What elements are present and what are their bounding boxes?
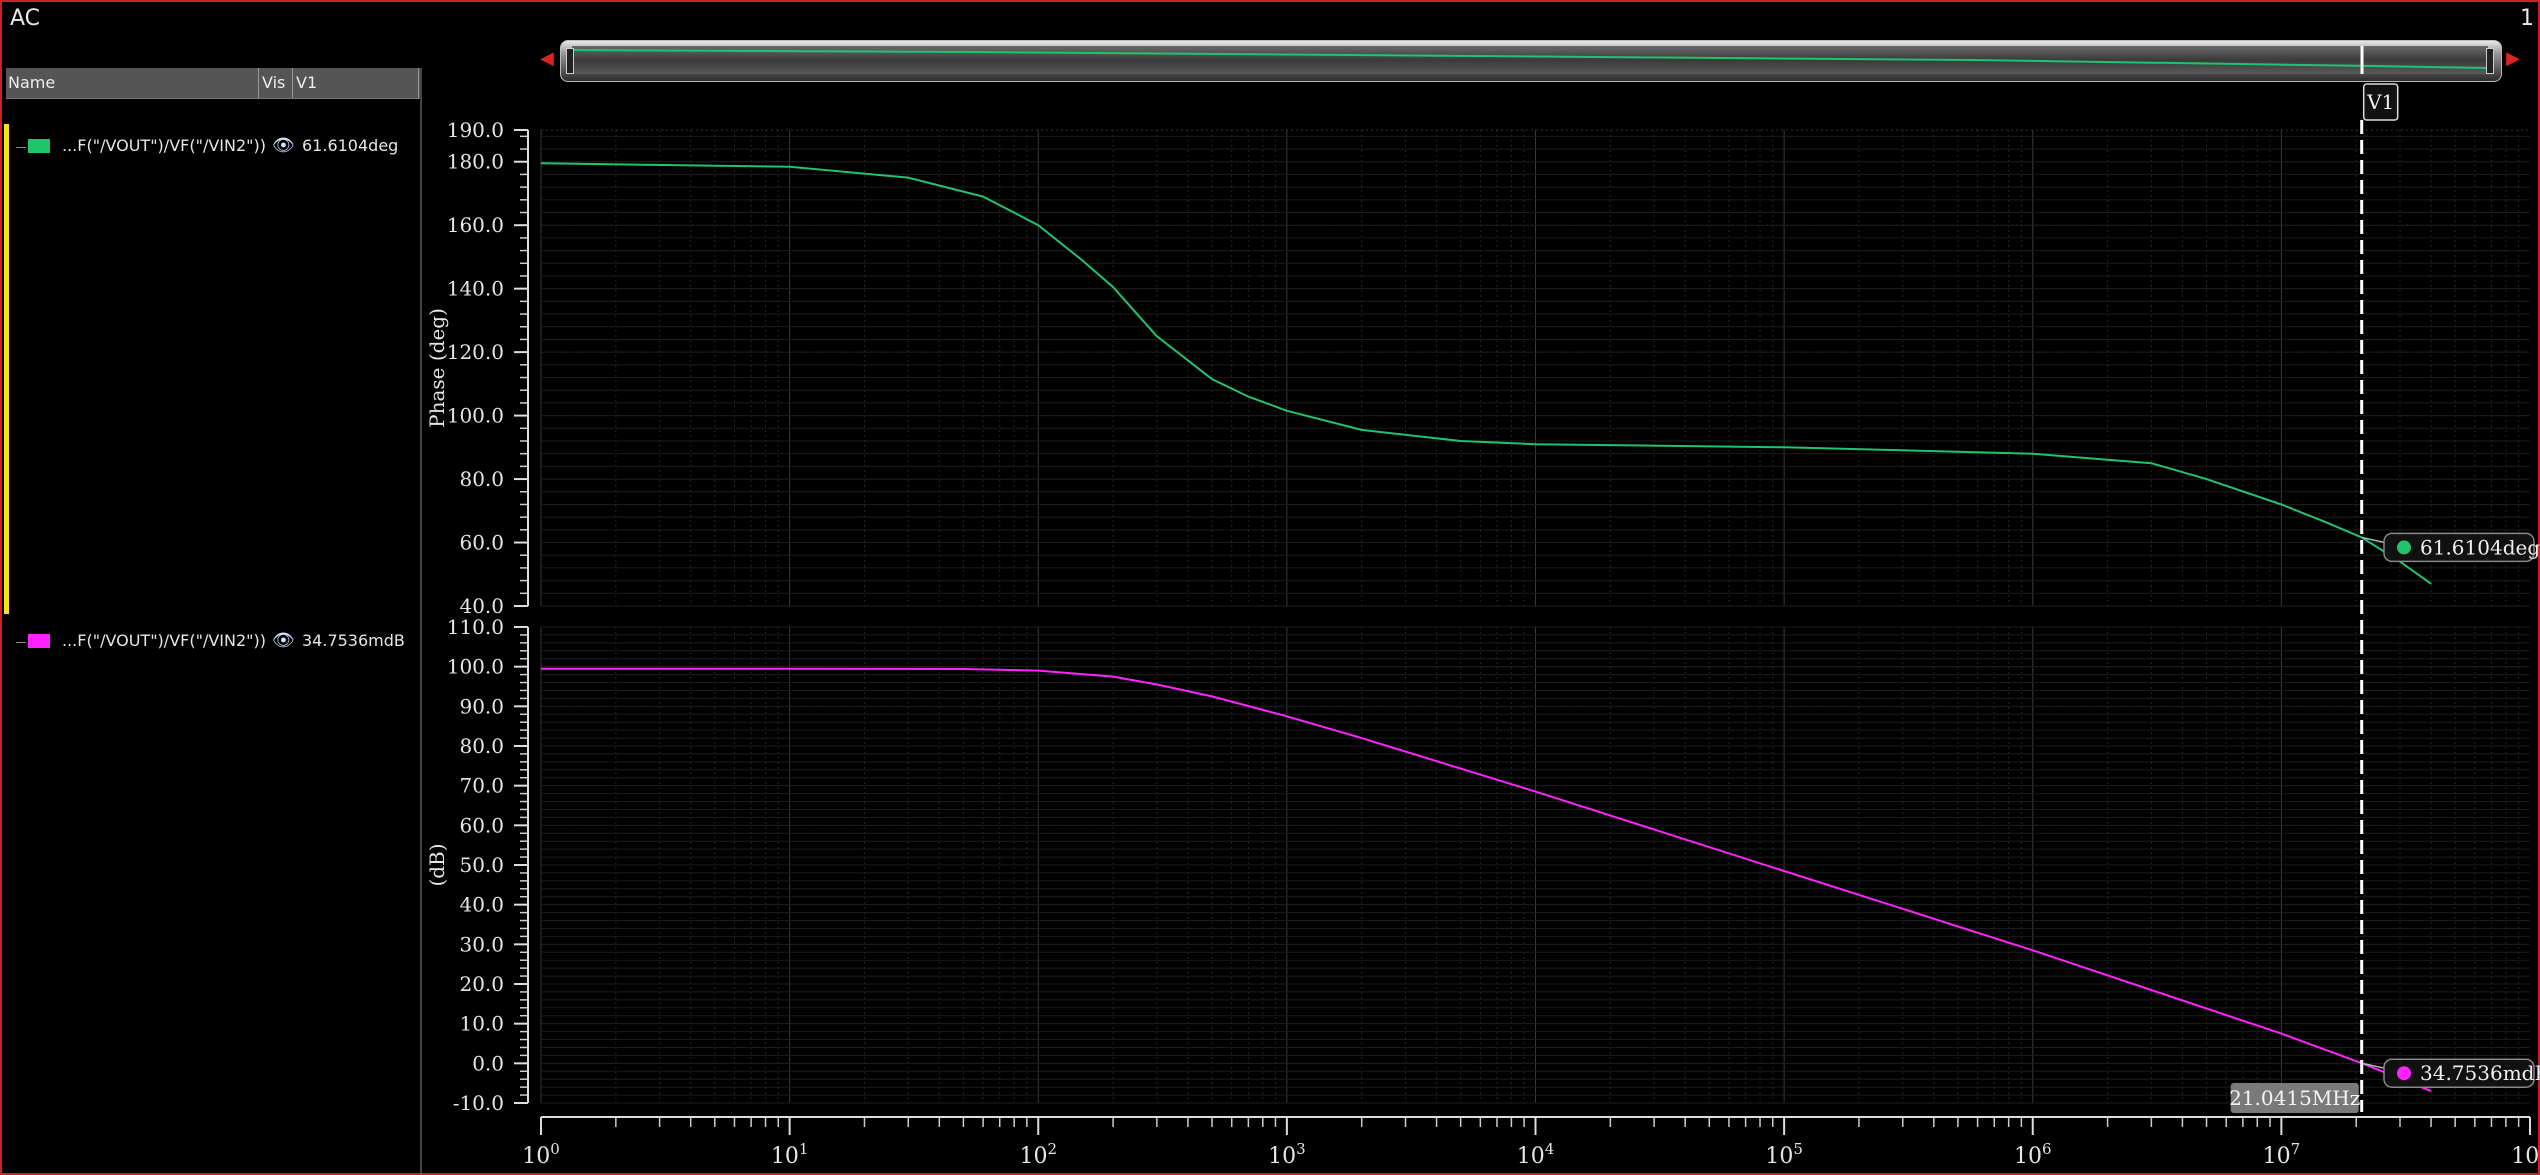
y-tick-label: 190.0 — [447, 118, 504, 142]
cursor-x-readout: 21.0415MHz — [2229, 1086, 2360, 1110]
x-tick-label: 105 — [1765, 1140, 1803, 1169]
data-point — [1286, 410, 1288, 412]
data-point — [1156, 335, 1158, 337]
data-point — [1460, 440, 1462, 442]
x-tick-label: 106 — [2014, 1140, 2052, 1169]
data-point — [1211, 378, 1213, 380]
strip-phase: 40.060.080.0100.0120.0140.0160.0180.0190… — [425, 118, 2540, 618]
y-tick-label: 50.0 — [459, 853, 504, 877]
y-tick-label: 110.0 — [447, 615, 504, 639]
data-point — [789, 668, 791, 670]
data-point — [907, 177, 909, 179]
y-tick-label: 60.0 — [459, 531, 504, 555]
y-tick-label: 180.0 — [447, 150, 504, 174]
data-point — [2150, 462, 2152, 464]
data-point — [1112, 286, 1114, 288]
y-tick-label: 70.0 — [459, 774, 504, 798]
data-point — [1535, 791, 1536, 793]
marker-value-label: 34.7536mdB — [2420, 1061, 2540, 1085]
y-tick-label: 120.0 — [447, 340, 504, 364]
y-tick-label: 80.0 — [459, 467, 504, 491]
data-point — [1286, 715, 1288, 717]
data-point — [1783, 446, 1785, 448]
data-point — [2430, 583, 2432, 585]
data-point — [1361, 429, 1363, 431]
x-tick-label: 102 — [1019, 1140, 1057, 1169]
marker-dot — [2397, 1066, 2411, 1081]
data-point — [540, 668, 542, 670]
data-point — [2280, 1033, 2282, 1035]
y-tick-label: 20.0 — [459, 972, 504, 996]
y-tick-label: 90.0 — [459, 694, 504, 718]
marker-value-label: 61.6104deg — [2420, 535, 2540, 559]
data-point — [1361, 737, 1363, 739]
y-tick-label: 60.0 — [459, 813, 504, 837]
data-point — [2032, 453, 2034, 455]
strip-magnitude: -10.0 0.0 10.0 20.0 30.0 40.0 50.0 60.0 70.0 80.0… — [425, 615, 2540, 1115]
y-tick-label: 40.0 — [459, 893, 504, 917]
x-tick-label: 101 — [771, 1140, 809, 1169]
cursor-v1-label: V1 — [2366, 90, 2394, 114]
y-tick-label: 100.0 — [447, 404, 504, 428]
x-tick-label: 107 — [2263, 1140, 2301, 1169]
y-tick-label: 30.0 — [459, 932, 504, 956]
data-point — [1211, 695, 1213, 697]
data-point — [2280, 503, 2282, 505]
y-tick-label: 0.0 — [472, 1051, 504, 1075]
data-point — [2032, 949, 2034, 951]
data-point — [2324, 521, 2326, 523]
data-point — [2430, 1090, 2432, 1092]
y-tick-label: 100.0 — [447, 655, 504, 679]
series-line-magnitude — [541, 667, 2432, 1093]
data-point — [540, 162, 542, 164]
data-point — [1037, 670, 1039, 672]
data-point — [1037, 224, 1039, 226]
bode-plot[interactable]: 40.0 60.0 80.0 100.0 120.0 140.0 160.0 180.0 190… — [0, 0, 2540, 1175]
y-tick-label: 80.0 — [459, 734, 504, 758]
x-tick-label: 104 — [1517, 1140, 1555, 1169]
y-axis-label: Phase (deg) — [425, 308, 449, 428]
x-tick-label: 100 — [522, 1140, 560, 1169]
data-point — [1081, 259, 1083, 261]
data-point — [2206, 478, 2208, 480]
x-tick-label: 103 — [1268, 1140, 1306, 1169]
data-point — [789, 166, 791, 168]
y-tick-label: 10.0 — [459, 1012, 504, 1036]
x-tick-label: 108 — [2511, 1140, 2540, 1169]
data-point — [982, 196, 984, 198]
y-tick-label: 160.0 — [447, 213, 504, 237]
data-point — [1247, 396, 1249, 398]
series-line-phase — [540, 162, 2432, 585]
data-point — [1783, 870, 1785, 872]
y-tick-label: 140.0 — [447, 277, 504, 301]
data-point — [1535, 443, 1536, 445]
y-axis-label: (dB) — [425, 843, 449, 886]
data-point — [1156, 684, 1158, 686]
data-point — [962, 668, 964, 670]
y-tick-label: -10.0 — [453, 1091, 504, 1115]
marker-dot — [2397, 540, 2411, 555]
data-point — [1112, 676, 1114, 678]
